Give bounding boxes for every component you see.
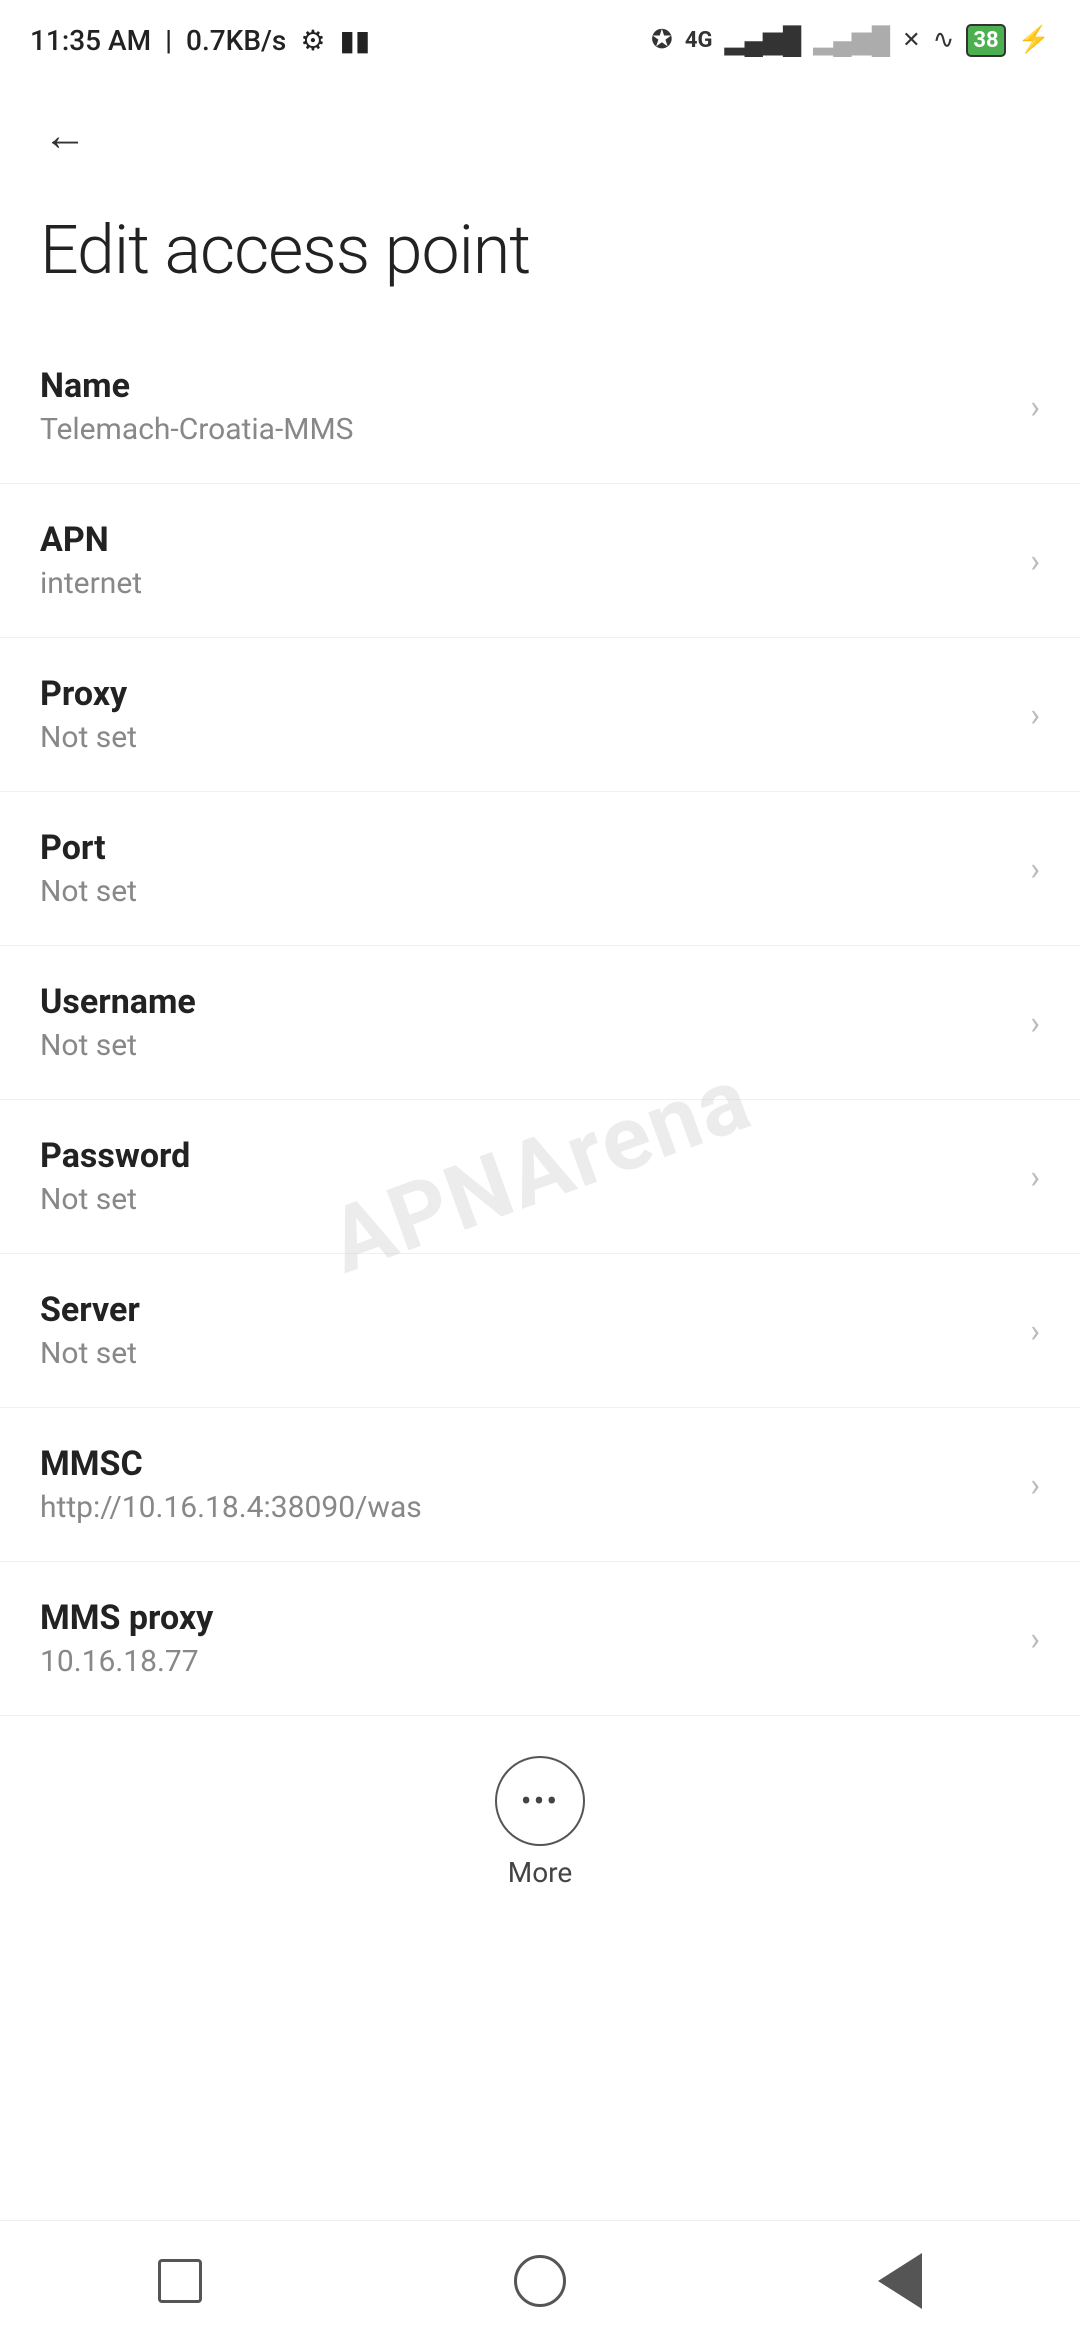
list-item-server-content: Server Not set bbox=[40, 1290, 140, 1371]
chevron-icon-mms-proxy: › bbox=[1030, 1620, 1040, 1658]
back-arrow-icon: ← bbox=[43, 113, 87, 157]
list-item-proxy-content: Proxy Not set bbox=[40, 674, 137, 755]
list-item-proxy-label: Proxy bbox=[40, 674, 137, 714]
nav-recents-button[interactable] bbox=[140, 2241, 220, 2321]
chevron-icon-proxy: › bbox=[1030, 696, 1040, 734]
list-item-server[interactable]: Server Not set › bbox=[0, 1254, 1080, 1408]
status-bar: 11:35 AM | 0.7KB/s ⚙ ▮▮ ✪ 4G ▂▄▆█ ▂▄▆█ ✕… bbox=[0, 0, 1080, 80]
list-item-apn-content: APN internet bbox=[40, 520, 142, 601]
list-item-password-content: Password Not set bbox=[40, 1136, 190, 1217]
page-title: Edit access point bbox=[0, 180, 1080, 330]
list-item-mms-proxy-value: 10.16.18.77 bbox=[40, 1644, 213, 1679]
list-item-proxy-value: Not set bbox=[40, 720, 137, 755]
list-item-apn-label: APN bbox=[40, 520, 142, 560]
list-item-mmsc-content: MMSC http://10.16.18.4:38090/was bbox=[40, 1444, 422, 1525]
list-item-username[interactable]: Username Not set › bbox=[0, 946, 1080, 1100]
list-item-username-label: Username bbox=[40, 982, 196, 1022]
list-item-name-value: Telemach-Croatia-MMS bbox=[40, 412, 353, 447]
list-item-mmsc-label: MMSC bbox=[40, 1444, 422, 1484]
more-dots-icon: ••• bbox=[521, 1782, 559, 1820]
chevron-icon-server: › bbox=[1030, 1312, 1040, 1350]
list-item-name[interactable]: Name Telemach-Croatia-MMS › bbox=[0, 330, 1080, 484]
more-dots-circle: ••• bbox=[495, 1756, 585, 1846]
speed-display: 0.7KB/s bbox=[186, 24, 286, 57]
list-item-proxy[interactable]: Proxy Not set › bbox=[0, 638, 1080, 792]
nav-triangle-icon bbox=[878, 2253, 922, 2309]
signal-bars-icon: ▂▄▆█ bbox=[724, 25, 801, 56]
list-item-password-value: Not set bbox=[40, 1182, 190, 1217]
list-item-password[interactable]: Password Not set › bbox=[0, 1100, 1080, 1254]
chevron-icon-name: › bbox=[1030, 388, 1040, 426]
signal-4g-icon: 4G bbox=[685, 28, 713, 53]
status-left: 11:35 AM | 0.7KB/s ⚙ ▮▮ bbox=[30, 24, 370, 57]
nav-home-button[interactable] bbox=[500, 2241, 580, 2321]
list-item-mms-proxy-label: MMS proxy bbox=[40, 1598, 213, 1638]
time-display: 11:35 AM bbox=[30, 24, 151, 57]
list-item-username-value: Not set bbox=[40, 1028, 196, 1063]
list-item-mmsc[interactable]: MMSC http://10.16.18.4:38090/was › bbox=[0, 1408, 1080, 1562]
toolbar: ← bbox=[0, 80, 1080, 180]
more-button[interactable]: ••• More bbox=[0, 1716, 1080, 1919]
list-item-mms-proxy-content: MMS proxy 10.16.18.77 bbox=[40, 1598, 213, 1679]
list-item-apn[interactable]: APN internet › bbox=[0, 484, 1080, 638]
list-item-server-label: Server bbox=[40, 1290, 140, 1330]
more-label: More bbox=[508, 1856, 573, 1889]
video-icon: ▮▮ bbox=[339, 24, 370, 57]
list-item-mmsc-value: http://10.16.18.4:38090/was bbox=[40, 1490, 422, 1525]
list-item-port-label: Port bbox=[40, 828, 137, 868]
status-right: ✪ 4G ▂▄▆█ ▂▄▆█ ✕ ∿ 38 ⚡ bbox=[651, 24, 1050, 57]
bluetooth-icon: ✪ bbox=[651, 25, 673, 55]
settings-icon: ⚙ bbox=[300, 24, 325, 57]
list-item-port-value: Not set bbox=[40, 874, 137, 909]
nav-circle-icon bbox=[514, 2255, 566, 2307]
signal-cross-icon: ✕ bbox=[902, 28, 920, 53]
list-item-username-content: Username Not set bbox=[40, 982, 196, 1063]
list-item-apn-value: internet bbox=[40, 566, 142, 601]
list-container: Name Telemach-Croatia-MMS › APN internet… bbox=[0, 330, 1080, 1716]
list-item-mms-proxy[interactable]: MMS proxy 10.16.18.77 › bbox=[0, 1562, 1080, 1716]
nav-back-button[interactable] bbox=[860, 2241, 940, 2321]
chevron-icon-username: › bbox=[1030, 1004, 1040, 1042]
list-item-port-content: Port Not set bbox=[40, 828, 137, 909]
separator: | bbox=[165, 24, 172, 57]
battery-indicator: 38 bbox=[966, 24, 1005, 57]
nav-square-icon bbox=[158, 2259, 202, 2303]
list-item-password-label: Password bbox=[40, 1136, 190, 1176]
list-item-name-label: Name bbox=[40, 366, 353, 406]
chevron-icon-mmsc: › bbox=[1030, 1466, 1040, 1504]
chevron-icon-password: › bbox=[1030, 1158, 1040, 1196]
wifi-icon: ∿ bbox=[933, 25, 955, 55]
chevron-icon-apn: › bbox=[1030, 542, 1040, 580]
chevron-icon-port: › bbox=[1030, 850, 1040, 888]
nav-bar bbox=[0, 2220, 1080, 2340]
list-item-server-value: Not set bbox=[40, 1336, 140, 1371]
charging-icon: ⚡ bbox=[1018, 25, 1050, 55]
signal-bars2-icon: ▂▄▆█ bbox=[813, 25, 890, 56]
list-item-name-content: Name Telemach-Croatia-MMS bbox=[40, 366, 353, 447]
back-button[interactable]: ← bbox=[30, 100, 100, 170]
list-item-port[interactable]: Port Not set › bbox=[0, 792, 1080, 946]
